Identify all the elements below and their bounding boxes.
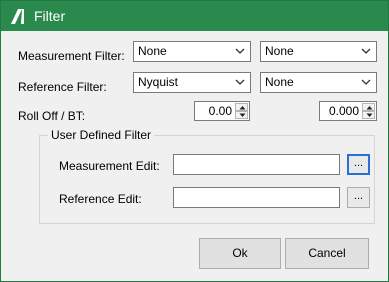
measurement-edit-field[interactable] [173, 154, 340, 175]
reference-filter-label: Reference Filter: [18, 80, 107, 94]
app-logo-icon [11, 9, 24, 24]
reference-filter-value: Nyquist [138, 75, 179, 89]
arrow-up-icon [366, 106, 373, 110]
spin-buttons [235, 103, 248, 119]
roll-off-secondary-spinner[interactable]: 0.000 [319, 101, 377, 121]
measurement-filter-select[interactable]: None [133, 41, 251, 62]
reference-edit-field[interactable] [173, 187, 340, 208]
spin-down-button[interactable] [362, 111, 375, 119]
reference-filter-secondary-value: None [265, 75, 294, 89]
roll-off-label: Roll Off / BT: [18, 109, 86, 123]
arrow-down-icon [366, 113, 373, 117]
reference-filter-secondary-select[interactable]: None [260, 72, 377, 93]
spin-buttons [362, 103, 375, 119]
spin-down-button[interactable] [235, 111, 248, 119]
filter-dialog: Filter Measurement Filter: None None Ref… [0, 0, 389, 282]
user-defined-filter-legend: User Defined Filter [48, 127, 155, 143]
title-bar: Filter [1, 1, 388, 31]
measurement-edit-label: Measurement Edit: [59, 159, 160, 173]
window-title: Filter [34, 8, 66, 24]
reference-browse-button[interactable]: ... [347, 187, 370, 208]
user-defined-filter-group: User Defined Filter [39, 127, 375, 224]
arrow-down-icon [239, 113, 246, 117]
chevron-down-icon [235, 48, 245, 54]
measurement-browse-button[interactable]: ... [347, 154, 370, 175]
reference-edit-label: Reference Edit: [59, 192, 142, 206]
spin-up-button[interactable] [362, 103, 375, 111]
cancel-button[interactable]: Cancel [285, 238, 369, 269]
chevron-down-icon [361, 79, 371, 85]
chevron-down-icon [361, 48, 371, 54]
measurement-filter-secondary-select[interactable]: None [260, 41, 377, 62]
roll-off-spinner[interactable]: 0.00 [194, 101, 250, 121]
roll-off-secondary-value: 0.000 [328, 104, 359, 118]
reference-filter-select[interactable]: Nyquist [133, 72, 251, 93]
chevron-down-icon [235, 79, 245, 85]
roll-off-value: 0.00 [208, 104, 232, 118]
measurement-filter-secondary-value: None [265, 44, 294, 58]
arrow-up-icon [239, 106, 246, 110]
spin-up-button[interactable] [235, 103, 248, 111]
measurement-filter-value: None [138, 44, 167, 58]
measurement-filter-label: Measurement Filter: [18, 49, 125, 63]
ok-button[interactable]: Ok [199, 238, 281, 269]
